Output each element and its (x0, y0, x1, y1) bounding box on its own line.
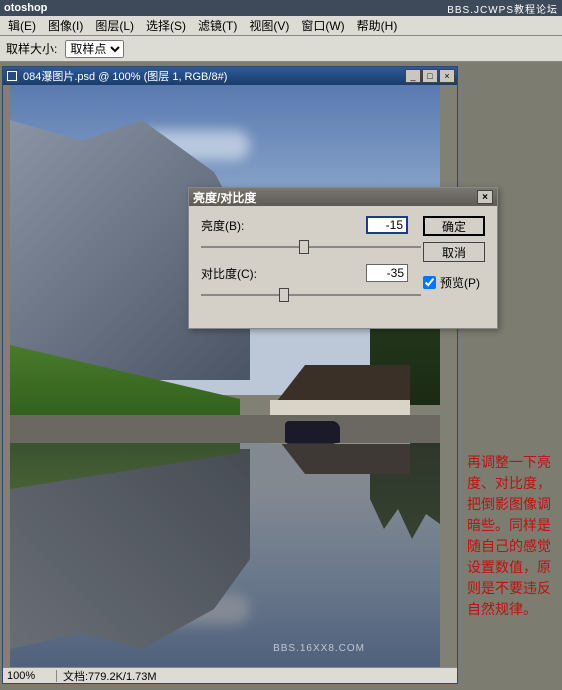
maximize-button[interactable]: □ (422, 69, 438, 83)
dialog-close-button[interactable]: × (477, 190, 493, 204)
brightness-slider-thumb[interactable] (299, 240, 309, 254)
app-title: otoshop (4, 2, 47, 14)
sample-size-label: 取样大小: (6, 40, 57, 57)
contrast-slider-thumb[interactable] (279, 288, 289, 302)
document-title: 084瀑图片.psd @ 100% (图层 1, RGB/8#) (23, 68, 227, 84)
cancel-button[interactable]: 取消 (423, 242, 485, 262)
app-titlebar: otoshop BBS.JCWPS教程论坛 (0, 0, 562, 16)
contrast-input[interactable] (366, 264, 408, 282)
preview-checkbox-label[interactable]: 预览(P) (423, 274, 485, 291)
canvas-area[interactable]: BBS.16XX8.COM (3, 85, 457, 667)
watermark-top: BBS.JCWPS教程论坛 (447, 1, 558, 16)
brightness-contrast-dialog: 亮度/对比度 × 亮度(B): 对比度(C): 确定 取消 (188, 187, 498, 329)
preview-label: 预览(P) (440, 274, 480, 291)
dialog-title-text: 亮度/对比度 (193, 189, 256, 206)
menu-filter[interactable]: 滤镜(T) (192, 15, 243, 36)
document-info: 文档:779.2K/1.73M (57, 668, 163, 684)
minimize-button[interactable]: _ (405, 69, 421, 83)
menu-image[interactable]: 图像(I) (42, 15, 89, 36)
close-button[interactable]: × (439, 69, 455, 83)
ps-file-icon (5, 69, 19, 83)
image (10, 85, 440, 667)
watermark-bottom: BBS.16XX8.COM (273, 643, 365, 655)
workspace: 084瀑图片.psd @ 100% (图层 1, RGB/8#) _ □ × (0, 62, 562, 690)
contrast-label: 对比度(C): (201, 265, 271, 282)
zoom-level[interactable]: 100% (3, 670, 57, 682)
brightness-label: 亮度(B): (201, 217, 271, 234)
menu-window[interactable]: 窗口(W) (295, 15, 350, 36)
menu-layer[interactable]: 图层(L) (89, 15, 140, 36)
document-window: 084瀑图片.psd @ 100% (图层 1, RGB/8#) _ □ × (2, 66, 458, 684)
ok-button[interactable]: 确定 (423, 216, 485, 236)
sample-size-select[interactable]: 取样点 (65, 40, 124, 58)
menu-select[interactable]: 选择(S) (140, 15, 192, 36)
menu-edit[interactable]: 辑(E) (2, 15, 42, 36)
contrast-slider[interactable] (201, 286, 421, 304)
status-bar: 100% 文档:779.2K/1.73M (3, 667, 457, 683)
dialog-titlebar[interactable]: 亮度/对比度 × (189, 188, 497, 206)
menu-help[interactable]: 帮助(H) (351, 15, 404, 36)
document-titlebar[interactable]: 084瀑图片.psd @ 100% (图层 1, RGB/8#) _ □ × (3, 67, 457, 85)
annotation-text: 再调整一下亮度、对比度，把倒影图像调暗些。同样是随自己的感觉设置数值，原则是不要… (467, 452, 552, 620)
options-bar: 取样大小: 取样点 (0, 36, 562, 62)
main-menubar: 辑(E) 图像(I) 图层(L) 选择(S) 滤镜(T) 视图(V) 窗口(W)… (0, 16, 562, 36)
reflection-region (10, 443, 440, 667)
menu-view[interactable]: 视图(V) (243, 15, 295, 36)
road (10, 415, 440, 445)
brightness-slider[interactable] (201, 238, 421, 256)
preview-checkbox[interactable] (423, 276, 436, 289)
brightness-input[interactable] (366, 216, 408, 234)
car (285, 421, 340, 443)
